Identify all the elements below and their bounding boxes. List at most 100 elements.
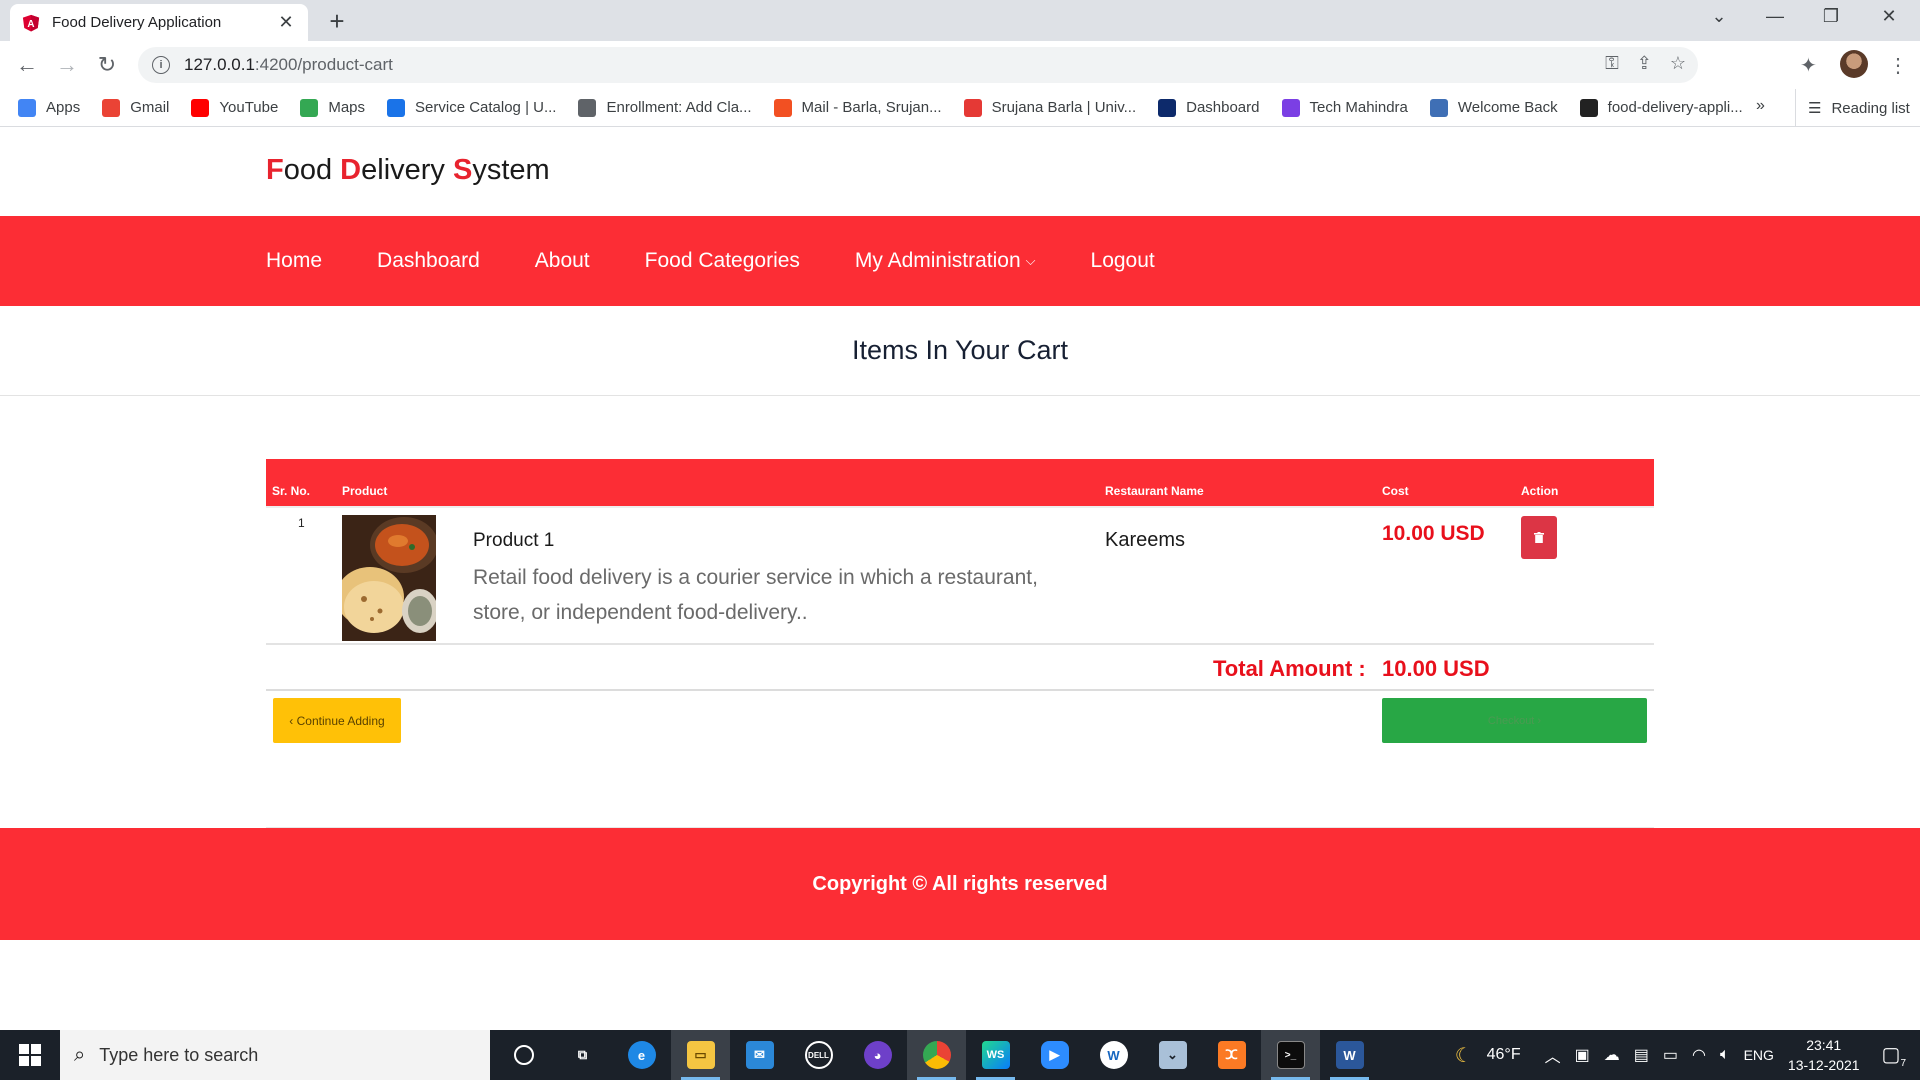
volume-icon[interactable]: 🔈︎ (1720, 1046, 1730, 1064)
back-button[interactable]: ← (11, 49, 43, 81)
browser-tab-active[interactable]: A Food Delivery Application ✕ (10, 4, 308, 41)
zoom-button[interactable]: ▶ (1025, 1030, 1084, 1080)
key-icon[interactable]: ⚿ (1605, 53, 1619, 74)
display-icon[interactable]: ▤ (1634, 1045, 1649, 1065)
tab-search-chevron-icon[interactable]: ⌄ (1696, 6, 1742, 27)
chrome-button[interactable] (907, 1030, 966, 1080)
brand-word-ood: ood (283, 154, 341, 186)
mail-button[interactable]: ✉ (730, 1030, 789, 1080)
brand-letter-s: S (452, 154, 473, 186)
chevron-up-icon[interactable]: ︿ (1545, 1043, 1561, 1067)
nav-home[interactable]: Home (266, 249, 322, 273)
reload-button[interactable]: ↻ (91, 49, 123, 81)
dell-button[interactable]: DELL (789, 1030, 848, 1080)
extensions-puzzle-icon[interactable]: ✦ (1800, 53, 1817, 78)
download-tray-icon: ⌄ (1158, 1041, 1187, 1069)
moon-weather-icon[interactable]: ☾ (1455, 1043, 1473, 1068)
webstorm-button[interactable]: WS (966, 1030, 1025, 1080)
bookmark-label: Srujana Barla | Univ... (991, 99, 1137, 116)
windows-taskbar: ⌕ Type here to search ⧉ e ▭ ✉ DELL ◕ WS … (0, 1030, 1920, 1080)
taskbar-search-placeholder: Type here to search (99, 1044, 259, 1065)
more-bookmarks-chevron[interactable]: » (1756, 97, 1765, 115)
bookmark-item[interactable]: Apps (18, 98, 80, 117)
browser-tabstrip: A Food Delivery Application ✕ + ⌄ — ❐ ✕ (0, 0, 1920, 41)
github-desktop-button[interactable]: ◕ (848, 1030, 907, 1080)
nav-dashboard[interactable]: Dashboard (377, 249, 480, 273)
site-info-icon[interactable]: i (152, 56, 170, 74)
bookmark-label: Tech Mahindra (1309, 99, 1408, 116)
continue-adding-button[interactable]: ‹ Continue Adding (273, 698, 401, 743)
windows-start-button[interactable] (0, 1030, 60, 1080)
profile-avatar[interactable] (1840, 50, 1868, 78)
reading-list-icon: ☰ (1808, 100, 1822, 117)
address-bar[interactable]: i 127.0.0.1:4200/product-cart ⚿ ⇪ ☆ (138, 47, 1698, 83)
nav-logout[interactable]: Logout (1091, 249, 1155, 273)
language-indicator[interactable]: ENG (1744, 1047, 1774, 1063)
page-title: Items In Your Cart (0, 306, 1920, 396)
edge-button[interactable]: e (612, 1030, 671, 1080)
forward-button[interactable]: → (51, 49, 83, 81)
site-brand-logo[interactable]: Food Delivery System (266, 154, 550, 187)
bookmark-item[interactable]: Dashboard (1158, 98, 1260, 117)
reading-list-label: Reading list (1831, 99, 1910, 117)
task-view-button[interactable]: ⧉ (553, 1030, 612, 1080)
brand-word-elivery: elivery (361, 154, 453, 186)
bookmark-item[interactable]: Maps (300, 98, 366, 117)
restaurant-name: Kareems (1105, 529, 1186, 551)
row-sr-no: 1 (298, 516, 305, 530)
xampp-button[interactable]: ⵋ (1202, 1030, 1261, 1080)
close-tab-icon[interactable]: ✕ (276, 12, 296, 33)
wifi-icon[interactable]: ◠ (1692, 1045, 1706, 1065)
file-explorer-button[interactable]: ▭ (671, 1030, 730, 1080)
bookmark-label: YouTube (219, 99, 279, 116)
bookmark-item[interactable]: YouTube (191, 98, 279, 117)
share-icon[interactable]: ⇪ (1637, 53, 1652, 74)
bookmark-label: Dashboard (1186, 99, 1260, 116)
word-button[interactable]: W (1320, 1030, 1379, 1080)
terminal-button[interactable]: >_ (1261, 1030, 1320, 1080)
bookmark-label: Gmail (130, 99, 170, 116)
bookmark-item[interactable]: food-delivery-appli... (1579, 98, 1743, 117)
new-tab-button[interactable]: + (322, 6, 352, 37)
chrome-menu-icon[interactable]: ⋮ (1888, 53, 1908, 78)
pocket-button[interactable]: ⌄ (1143, 1030, 1202, 1080)
checkout-button[interactable]: Checkout › (1382, 698, 1647, 743)
weather-temperature[interactable]: 46°F (1487, 1046, 1521, 1064)
bookmark-item[interactable]: Tech Mahindra (1281, 98, 1408, 117)
bookmark-item[interactable]: Mail - Barla, Srujan... (773, 98, 942, 117)
bookmark-item[interactable]: Welcome Back (1429, 98, 1558, 117)
total-amount-value: 10.00 USD (1382, 656, 1490, 681)
bookmark-label: Welcome Back (1457, 99, 1558, 116)
bookmark-label: Mail - Barla, Srujan... (801, 99, 942, 116)
bookmark-label: Service Catalog | U... (415, 99, 557, 116)
cloud-icon[interactable]: ☁ (1604, 1045, 1620, 1065)
battery-icon[interactable]: ▭ (1663, 1045, 1678, 1065)
bookmark-item[interactable]: Srujana Barla | Univ... (963, 98, 1137, 117)
restore-button[interactable]: ❐ (1808, 6, 1854, 27)
delete-item-button[interactable] (1521, 516, 1557, 559)
maps-icon (300, 98, 319, 117)
webstorm-icon: WS (981, 1041, 1010, 1069)
bookmark-label: Maps (328, 99, 366, 116)
cart-actions-row: ‹ Continue Adding Checkout › (266, 691, 1654, 751)
nav-food-categories[interactable]: Food Categories (645, 249, 800, 273)
university-icon (963, 98, 982, 117)
nav-about[interactable]: About (535, 249, 590, 273)
notifications-icon[interactable]: ▢7 (1882, 1042, 1906, 1069)
svg-text:A: A (27, 19, 34, 30)
bookmark-star-icon[interactable]: ☆ (1670, 53, 1686, 74)
webex-button[interactable]: W (1084, 1030, 1143, 1080)
meet-now-icon[interactable]: ▣ (1575, 1045, 1590, 1065)
bookmark-item[interactable]: Service Catalog | U... (387, 98, 557, 117)
cortana-button[interactable] (494, 1030, 553, 1080)
reading-list-button[interactable]: ☰ Reading list (1795, 89, 1910, 127)
taskbar-search-box[interactable]: ⌕ Type here to search (60, 1030, 490, 1080)
taskbar-clock[interactable]: 23:41 13-12-2021 (1788, 1035, 1860, 1075)
close-window-button[interactable]: ✕ (1866, 6, 1912, 27)
nav-my-administration[interactable]: My Administration ⌵ (855, 249, 1036, 273)
bookmark-item[interactable]: Enrollment: Add Cla... (578, 98, 752, 117)
folder-icon: ▭ (686, 1041, 715, 1069)
minimize-button[interactable]: — (1752, 6, 1798, 27)
bookmark-item[interactable]: Gmail (102, 98, 170, 117)
clock-date: 13-12-2021 (1787, 1057, 1860, 1073)
